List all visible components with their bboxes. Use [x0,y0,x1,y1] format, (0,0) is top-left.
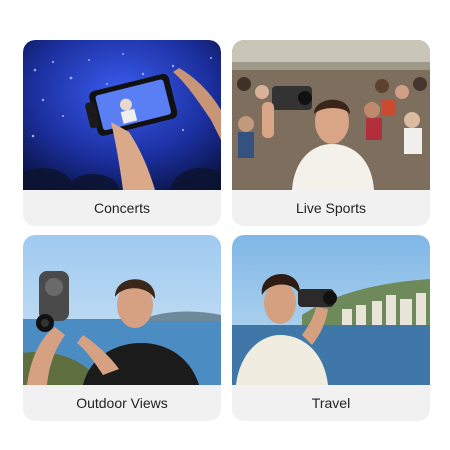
category-card-concerts[interactable]: Concerts [23,40,221,226]
live-sports-photo [232,40,430,190]
card-label-concerts: Concerts [93,200,151,216]
travel-photo [232,235,430,385]
card-label-travel: Travel [311,395,351,411]
card-label-live-sports: Live Sports [295,200,367,216]
outdoor-views-photo [23,235,221,385]
concert-photo [23,40,221,190]
card-label-outdoor-views: Outdoor Views [76,395,168,411]
category-card-live-sports[interactable]: Live Sports [232,40,430,226]
category-card-travel[interactable]: Travel [232,235,430,421]
category-card-outdoor-views[interactable]: Outdoor Views [23,235,221,421]
